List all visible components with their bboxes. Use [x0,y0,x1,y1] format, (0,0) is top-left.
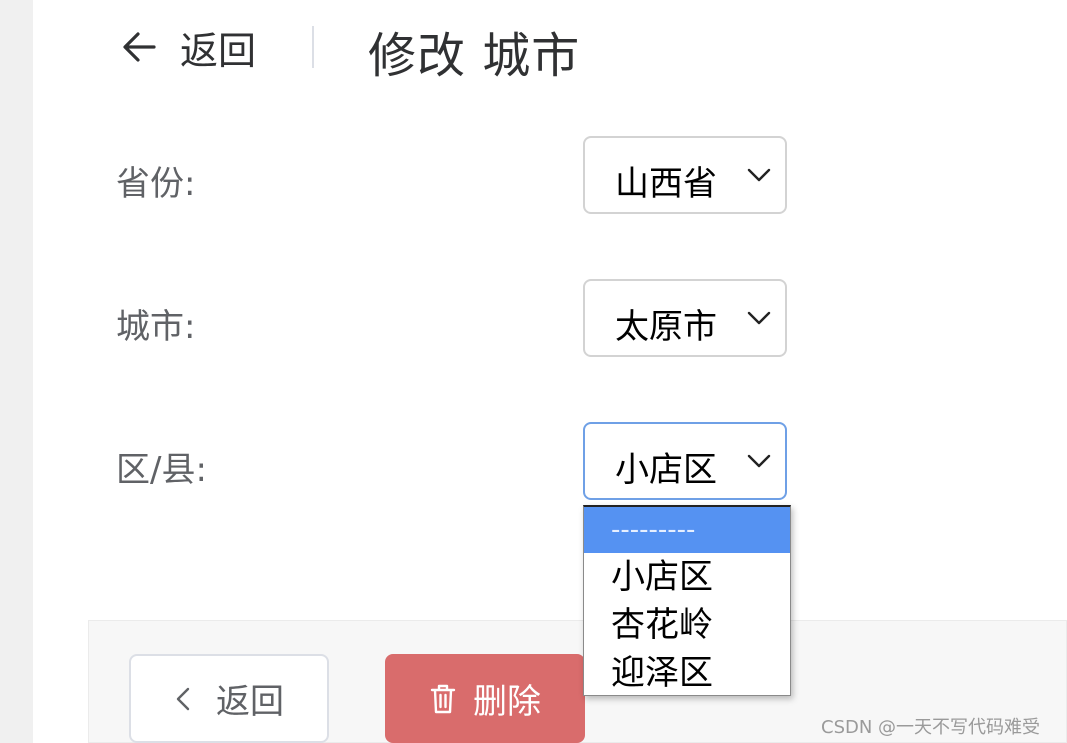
trash-icon [430,684,456,713]
district-option[interactable]: 迎泽区 [584,649,790,697]
city-select[interactable]: 太原市 [583,279,787,357]
header-back-label: 返回 [180,28,257,73]
province-select[interactable]: 山西省 [583,136,787,214]
district-option[interactable]: 杏花岭 [584,601,790,649]
district-dropdown-list: --------- 小店区 杏花岭 迎泽区 [583,505,791,696]
footer-back-label: 返回 [216,682,284,722]
district-select[interactable]: 小店区 [583,422,787,500]
header-divider [312,26,314,68]
form-row-city: 城市: 太原市 [0,279,1067,361]
left-edge-strip [0,0,33,743]
delete-label: 删除 [473,682,541,722]
page-title: 修改 城市 [368,28,581,84]
chevron-left-icon [176,687,190,710]
province-label: 省份: [116,164,196,204]
district-option[interactable]: --------- [584,507,790,553]
watermark: CSDN @一天不写代码难受 [821,717,1041,738]
delete-button[interactable]: 删除 [385,654,585,743]
form-row-district: 区/县: 小店区 [0,422,1067,504]
chevron-down-icon [747,168,771,182]
header-back-link[interactable]: 返回 [120,22,257,73]
district-label: 区/县: [116,450,207,490]
district-select-value: 小店区 [615,450,717,490]
arrow-left-icon [123,32,156,62]
page-header: 返回 修改 城市 [0,0,1067,100]
footer-back-button[interactable]: 返回 [129,654,329,743]
province-select-value: 山西省 [615,164,717,204]
district-option[interactable]: 小店区 [584,553,790,601]
form-row-province: 省份: 山西省 [0,136,1067,218]
chevron-down-icon [747,311,771,325]
city-label: 城市: [116,307,196,347]
city-select-value: 太原市 [615,307,717,347]
chevron-down-icon [747,454,771,468]
